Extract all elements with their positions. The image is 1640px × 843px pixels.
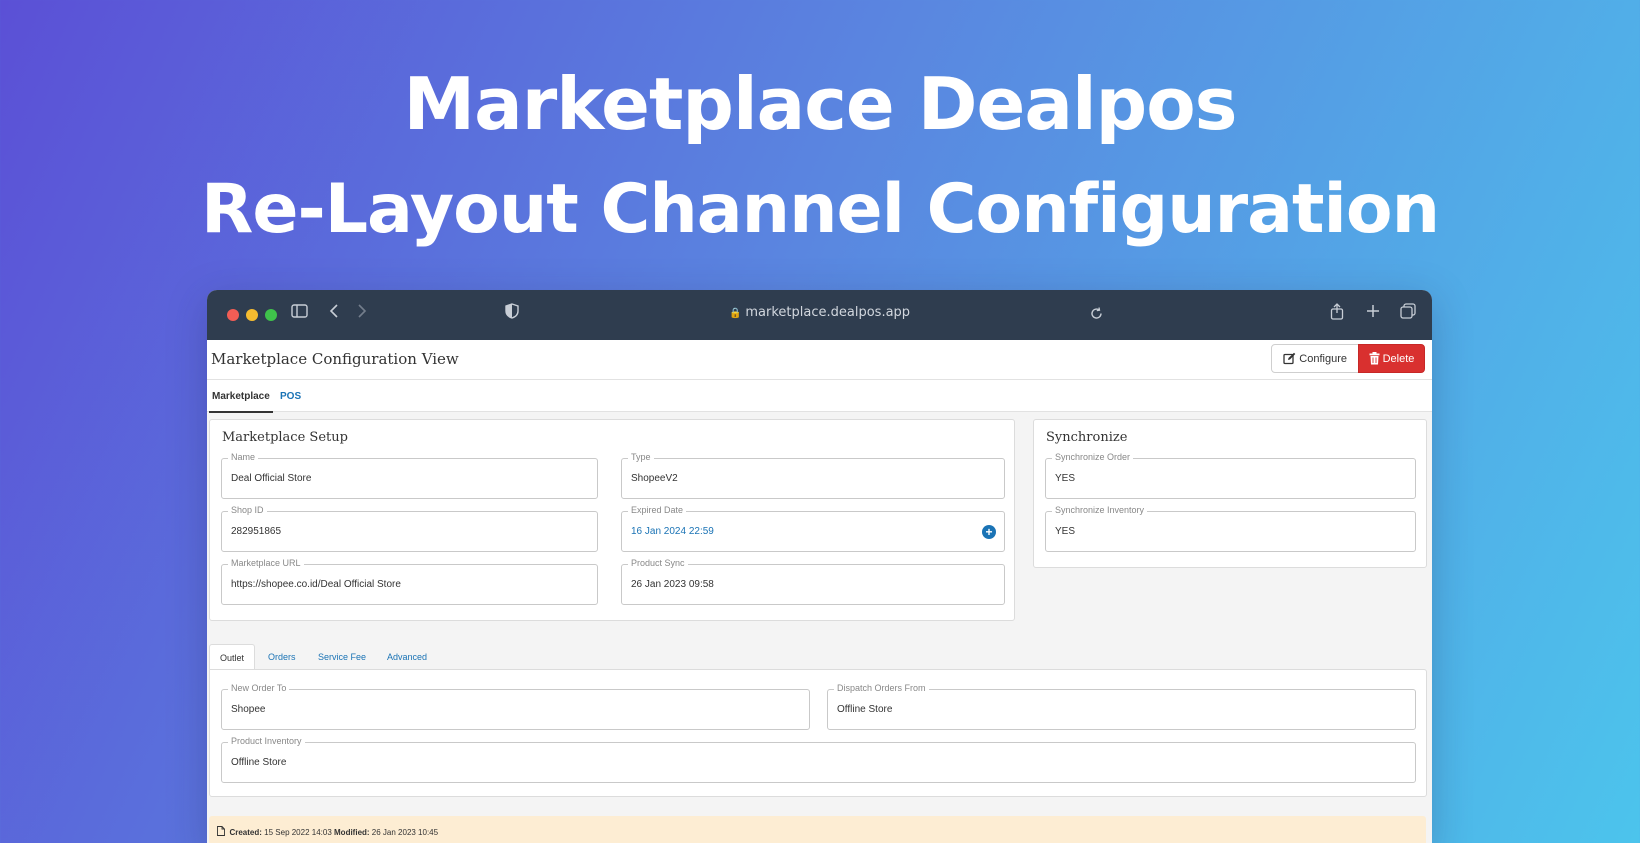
delete-button[interactable]: Delete [1358,344,1425,373]
top-tabs: Marketplace POS [207,380,1432,413]
name-label: Name [228,452,259,462]
modified-label: Modified: [334,828,370,837]
edit-icon [1283,352,1296,365]
document-icon [217,826,227,837]
tab-pos[interactable]: POS [280,391,301,402]
product-inventory-field: Product Inventory Offline Store [221,736,1416,783]
reload-icon[interactable] [1090,305,1103,325]
product-sync-value: 26 Jan 2023 09:58 [631,579,714,590]
marketplace-url-label: Marketplace URL [228,558,304,568]
created-label: Created: [229,828,262,837]
product-inventory-value: Offline Store [231,757,287,768]
new-order-to-field: New Order To Shopee [221,683,810,730]
trash-icon [1369,352,1380,365]
new-order-to-label: New Order To [228,683,290,693]
created-value: 15 Sep 2022 14:03 [264,828,332,837]
url-text: marketplace.dealpos.app [745,305,911,320]
dispatch-orders-field: Dispatch Orders From Offline Store [827,683,1416,730]
tab-orders[interactable]: Orders [268,652,296,662]
page-content: Marketplace Configuration View Configure… [207,340,1432,843]
synchronize-panel: Synchronize Synchronize Order YES Synchr… [1033,419,1427,568]
synchronize-inventory-value: YES [1055,526,1076,537]
new-tab-icon[interactable] [1366,303,1380,323]
type-label: Type [628,452,654,462]
tab-outlet[interactable]: Outlet [209,644,255,671]
synchronize-order-field: Synchronize Order YES [1045,452,1416,499]
marketplace-url-field: Marketplace URL https://shopee.co.id/Dea… [221,558,598,605]
synchronize-inventory-field: Synchronize Inventory YES [1045,505,1416,552]
expired-date-label: Expired Date [628,505,687,515]
new-order-to-value: Shopee [231,704,266,715]
expired-date-field: Expired Date 16 Jan 2024 22:59 + [621,505,1005,552]
address-bar[interactable]: 🔒 marketplace.dealpos.app [207,305,1432,320]
configure-label: Configure [1299,352,1347,365]
product-inventory-label: Product Inventory [228,736,305,746]
type-value: ShopeeV2 [631,473,678,484]
marketplace-setup-panel: Marketplace Setup Name Deal Official Sto… [209,419,1015,621]
dispatch-orders-label: Dispatch Orders From [834,683,929,693]
synchronize-order-label: Synchronize Order [1052,452,1134,462]
hero-title: Marketplace Dealpos [403,62,1237,146]
config-tabs: Outlet Orders Service Fee Advanced [207,644,1425,671]
shop-id-value: 282951865 [231,526,282,537]
page-title: Marketplace Configuration View [211,350,459,368]
outlet-panel: New Order To Shopee Dispatch Orders From… [209,669,1427,797]
synchronize-order-value: YES [1055,473,1076,484]
dispatch-orders-value: Offline Store [837,704,893,715]
marketplace-url-value: https://shopee.co.id/Deal Official Store [231,579,401,590]
plus-circle-icon[interactable]: + [982,525,996,539]
synchronize-title: Synchronize [1046,430,1128,445]
browser-window: 🔒 marketplace.dealpos.app Marketplace Con… [207,290,1432,843]
expired-date-link[interactable]: 16 Jan 2024 22:59 [631,526,714,537]
record-meta: Created: 15 Sep 2022 14:03 Modified: 26 … [209,816,1426,843]
tab-marketplace[interactable]: Marketplace [209,391,273,413]
tab-service-fee[interactable]: Service Fee [318,652,366,662]
marketplace-setup-title: Marketplace Setup [222,430,348,445]
modified-value: 26 Jan 2023 10:45 [371,828,439,837]
synchronize-inventory-label: Synchronize Inventory [1052,505,1148,515]
page-header: Marketplace Configuration View Configure… [207,340,1432,380]
hero-subtitle: Re-Layout Channel Configuration [201,170,1440,249]
configure-button[interactable]: Configure [1271,344,1359,373]
product-sync-label: Product Sync [628,558,688,568]
browser-toolbar: 🔒 marketplace.dealpos.app [207,290,1432,340]
name-field: Name Deal Official Store [221,452,598,499]
type-field: Type ShopeeV2 [621,452,1005,499]
tab-advanced[interactable]: Advanced [387,652,427,662]
tabs-overview-icon[interactable] [1400,303,1416,324]
shop-id-field: Shop ID 282951865 [221,505,598,552]
lock-icon: 🔒 [728,308,742,319]
product-sync-field: Product Sync 26 Jan 2023 09:58 [621,558,1005,605]
share-icon[interactable] [1330,303,1344,325]
shop-id-label: Shop ID [228,505,267,515]
name-value: Deal Official Store [231,473,312,484]
delete-label: Delete [1382,352,1415,365]
